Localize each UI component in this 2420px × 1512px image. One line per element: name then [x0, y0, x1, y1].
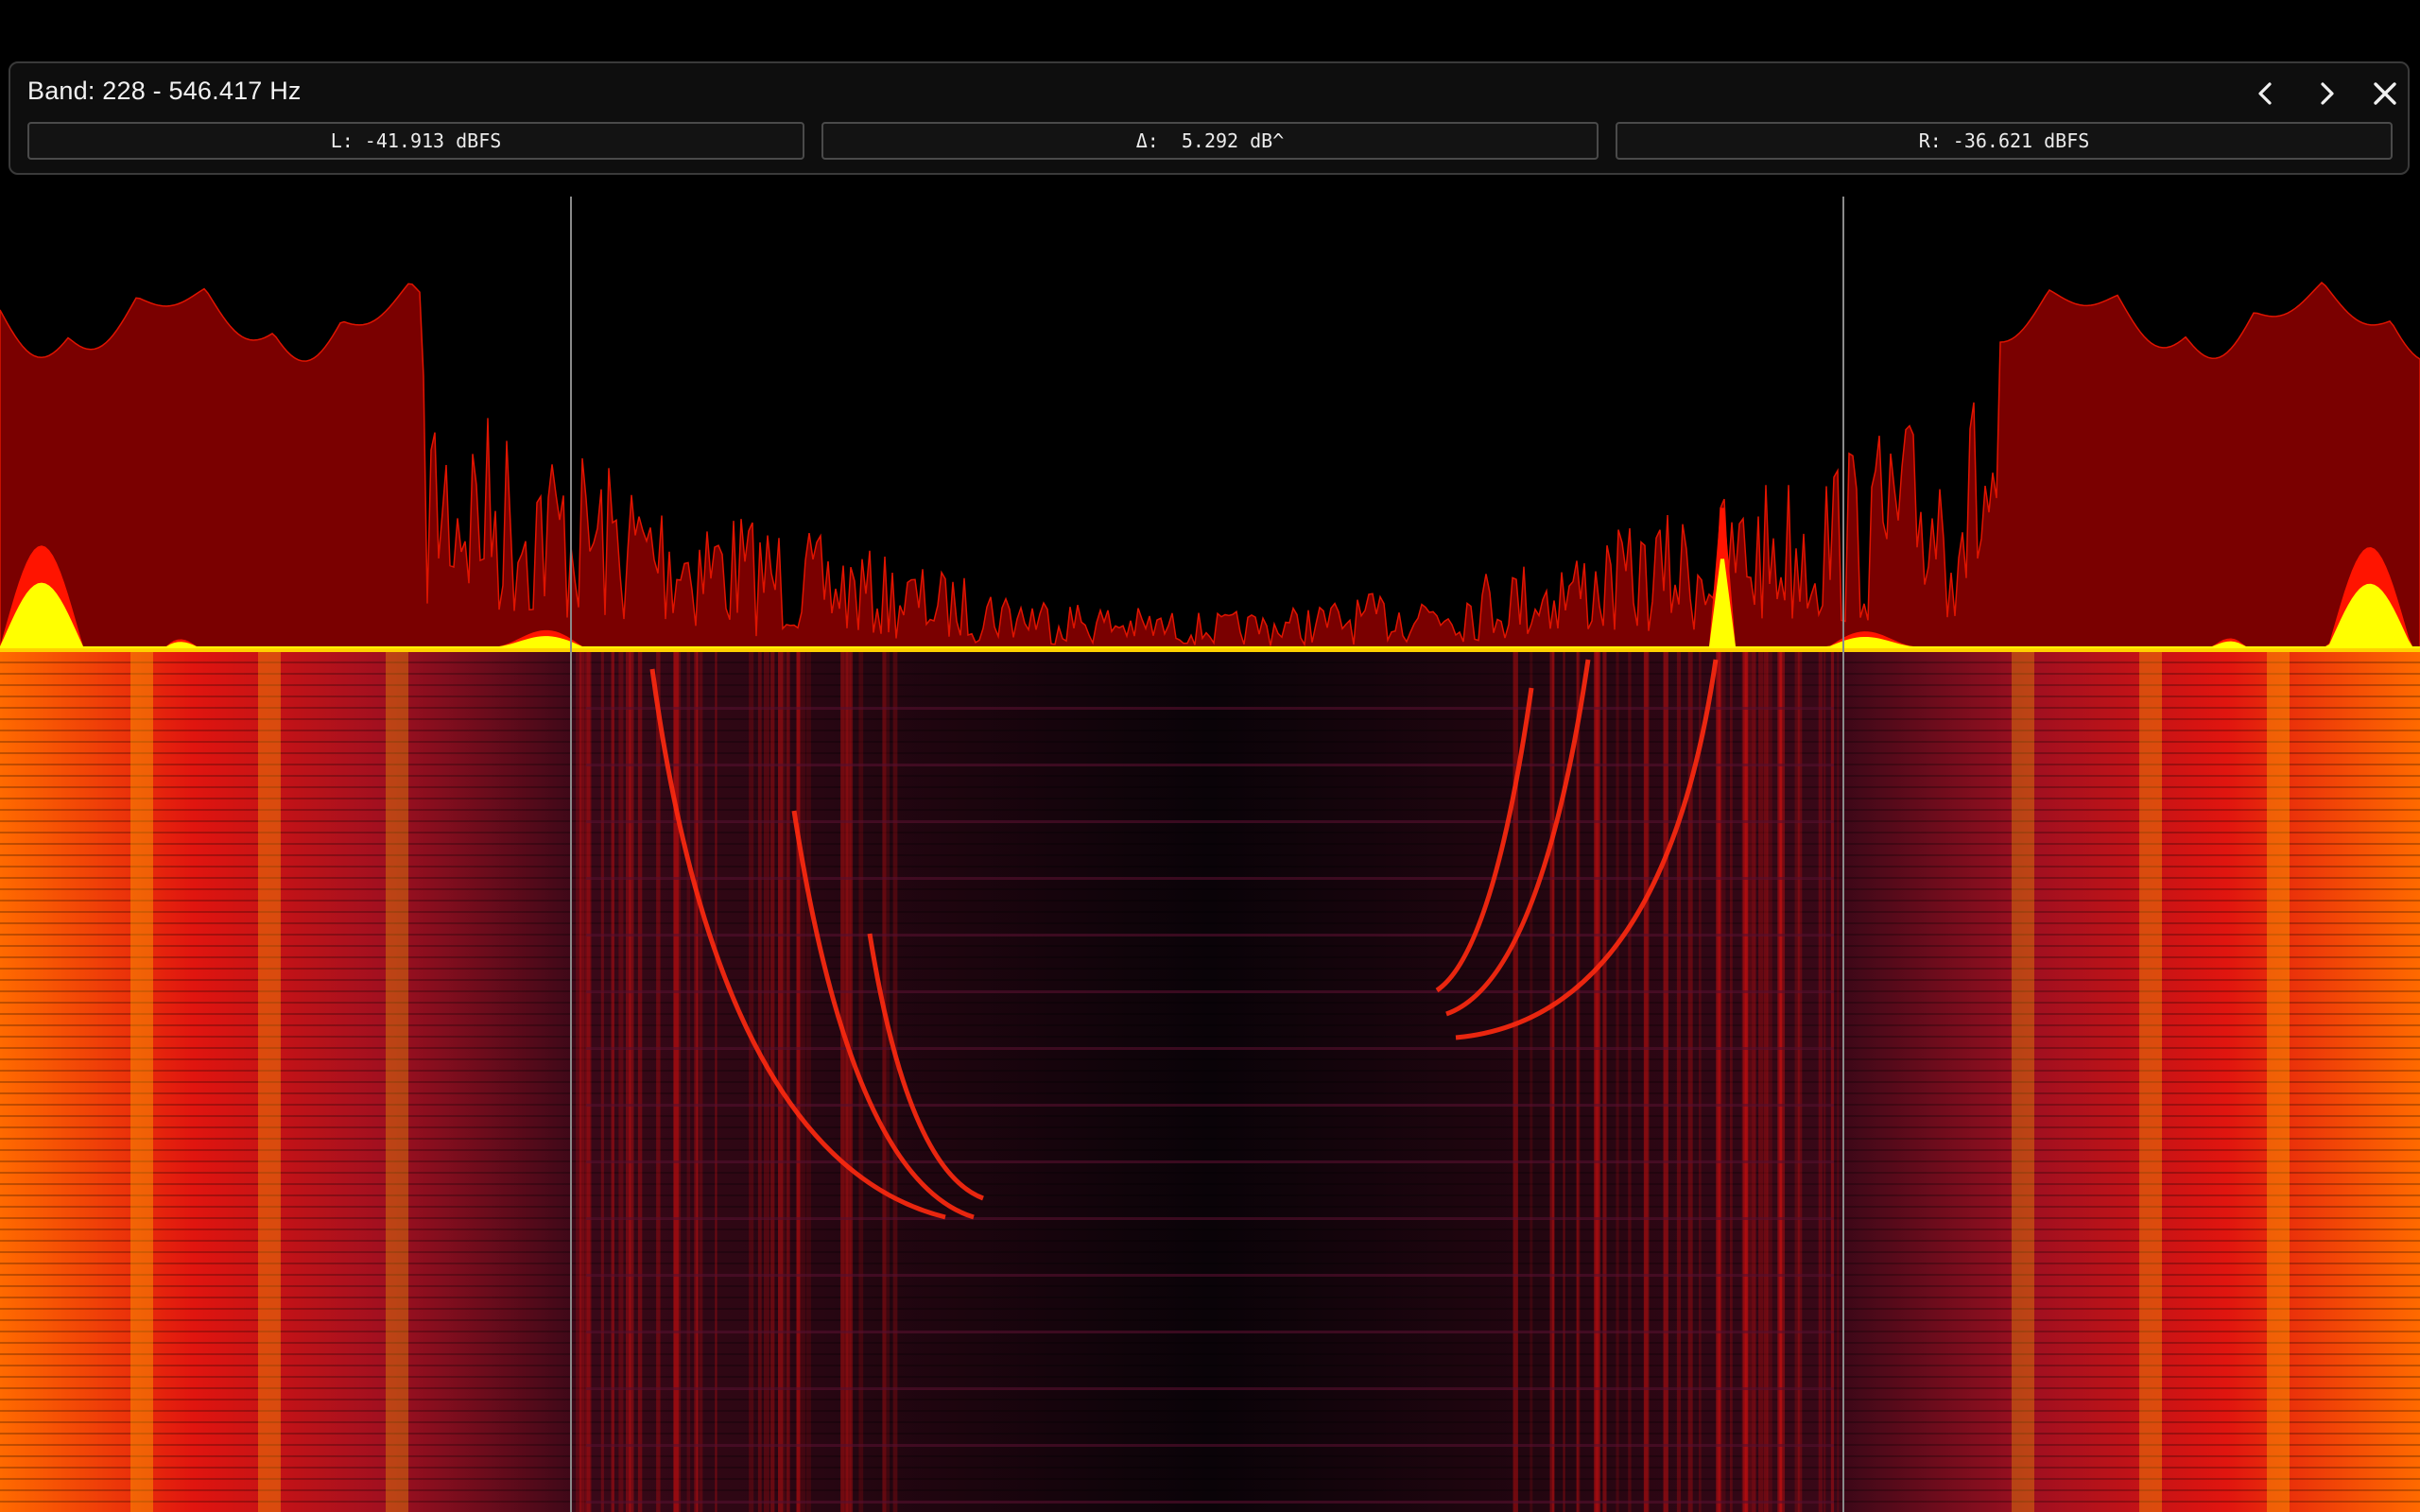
band-info-panel: Band: 228 - 546.417 Hz L: -41.913 dBFS Δ…	[9, 61, 2410, 175]
close-icon	[2370, 78, 2400, 113]
spectrum-canvas[interactable]	[0, 197, 2420, 1512]
left-level-readout: L: -41.913 dBFS	[27, 122, 804, 160]
delta-readout: Δ: 5.292 dB^	[821, 122, 1599, 160]
previous-band-button[interactable]	[2243, 73, 2289, 118]
chevron-left-icon	[2251, 78, 2281, 113]
spectrum-visualization[interactable]	[0, 197, 2420, 1512]
spectrogram	[0, 650, 2420, 1512]
right-level-readout: R: -36.621 dBFS	[1616, 122, 2393, 160]
band-range-title: Band: 228 - 546.417 Hz	[27, 77, 302, 105]
spectrum-curve	[0, 282, 2420, 652]
next-band-button[interactable]	[2304, 73, 2349, 118]
chevron-right-icon	[2311, 78, 2342, 113]
close-panel-button[interactable]	[2362, 73, 2408, 118]
